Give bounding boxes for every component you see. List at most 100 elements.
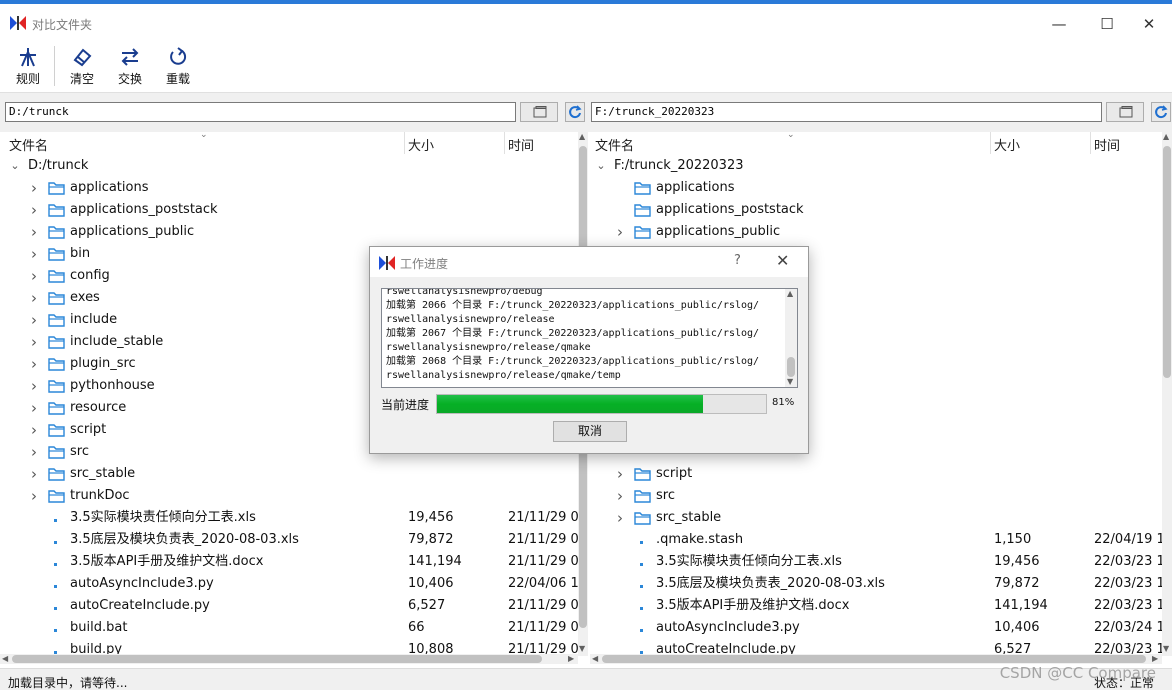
scroll-thumb[interactable] — [787, 357, 795, 377]
left-horizontal-scrollbar[interactable]: ◀ ▶ — [0, 654, 578, 664]
column-header-name[interactable]: 文件名 — [9, 135, 48, 154]
file-row[interactable]: autoAsyncInclude3.py 10,406 22/03/24 1 — [590, 617, 1172, 639]
window-title: 对比文件夹 — [32, 18, 93, 32]
scroll-thumb[interactable] — [1163, 146, 1171, 378]
cancel-button[interactable]: 取消 — [553, 421, 627, 442]
item-size: 66 — [408, 620, 425, 635]
swap-button[interactable]: 交换 — [108, 44, 152, 90]
expand-arrow-icon[interactable]: ⌄ — [9, 155, 21, 177]
right-path-input[interactable]: F:/trunck_20220323 — [591, 102, 1102, 122]
expand-arrow-icon[interactable]: › — [28, 397, 40, 419]
file-row[interactable]: .qmake.stash 1,150 22/04/19 1 — [590, 529, 1172, 551]
folder-row[interactable]: › applications — [0, 177, 588, 199]
maximize-button[interactable]: ☐ — [1084, 10, 1130, 38]
scroll-left-icon[interactable]: ◀ — [2, 654, 8, 663]
folder-row[interactable]: › src — [590, 485, 1172, 507]
folder-browse-icon — [1119, 106, 1133, 118]
expand-arrow-icon[interactable]: › — [28, 463, 40, 485]
item-time: 21/11/29 0 — [508, 598, 579, 613]
folder-icon — [48, 226, 65, 239]
expand-arrow-icon[interactable]: › — [614, 221, 626, 243]
folder-row[interactable]: › script — [590, 463, 1172, 485]
right-horizontal-scrollbar[interactable]: ◀ ▶ — [590, 654, 1162, 664]
item-time: 21/11/29 0 — [508, 532, 579, 547]
scroll-up-icon[interactable]: ▲ — [1163, 132, 1169, 141]
expand-arrow-icon[interactable]: › — [28, 419, 40, 441]
file-row[interactable]: 3.5实际模块责任倾向分工表.xls 19,456 21/11/29 0 — [0, 507, 588, 529]
expand-arrow-icon[interactable]: › — [28, 331, 40, 353]
swap-icon — [121, 48, 139, 66]
item-name: include_stable — [70, 334, 164, 349]
file-row[interactable]: 3.5版本API手册及维护文档.docx 141,194 22/03/23 1 — [590, 595, 1172, 617]
file-row[interactable]: 3.5底层及模块负责表_2020-08-03.xls 79,872 22/03/23… — [590, 573, 1172, 595]
expand-arrow-icon[interactable]: › — [28, 485, 40, 507]
scroll-thumb[interactable] — [602, 655, 1146, 663]
folder-row[interactable]: applications — [590, 177, 1172, 199]
folder-row[interactable]: › applications_public — [590, 221, 1172, 243]
left-browse-button[interactable] — [520, 102, 558, 122]
file-row[interactable]: autoAsyncInclude3.py 10,406 22/04/06 1 — [0, 573, 588, 595]
expand-arrow-icon[interactable]: › — [28, 177, 40, 199]
folder-row[interactable]: › applications_poststack — [0, 199, 588, 221]
right-refresh-button[interactable] — [1151, 102, 1171, 122]
expand-arrow-icon[interactable]: › — [28, 441, 40, 463]
scroll-down-icon[interactable]: ▼ — [787, 377, 793, 386]
tree-root-row[interactable]: ⌄ F:/trunck_20220323 — [590, 155, 1172, 177]
tree-root-row[interactable]: ⌄ D:/trunck — [0, 155, 588, 177]
folder-row[interactable]: applications_poststack — [590, 199, 1172, 221]
scroll-right-icon[interactable]: ▶ — [1152, 654, 1158, 663]
right-vertical-scrollbar[interactable]: ▲ ▼ — [1162, 132, 1172, 656]
file-row[interactable]: 3.5版本API手册及维护文档.docx 141,194 21/11/29 0 — [0, 551, 588, 573]
scroll-left-icon[interactable]: ◀ — [592, 654, 598, 663]
left-refresh-button[interactable] — [565, 102, 585, 122]
reload-button[interactable]: 重载 — [156, 44, 200, 90]
rules-button[interactable]: 规则 — [6, 44, 50, 90]
folder-row[interactable]: › src_stable — [0, 463, 588, 485]
expand-arrow-icon[interactable]: › — [28, 199, 40, 221]
left-path-input[interactable]: D:/trunck — [5, 102, 516, 122]
file-row[interactable]: 3.5实际模块责任倾向分工表.xls 19,456 22/03/23 1 — [590, 551, 1172, 573]
column-header-size[interactable]: 大小 — [408, 135, 434, 154]
expand-arrow-icon[interactable]: › — [614, 507, 626, 529]
clear-button[interactable]: 清空 — [60, 44, 104, 90]
file-row[interactable]: build.bat 66 21/11/29 0 — [0, 617, 588, 639]
scroll-down-icon[interactable]: ▼ — [579, 644, 585, 653]
expand-arrow-icon[interactable]: › — [28, 265, 40, 287]
expand-arrow-icon[interactable]: › — [28, 353, 40, 375]
file-row[interactable]: 3.5底层及模块负责表_2020-08-03.xls 79,872 21/11/29… — [0, 529, 588, 551]
column-header-size[interactable]: 大小 — [994, 135, 1020, 154]
file-icon — [54, 519, 57, 522]
log-line: 加载第 2066 个目录 F:/trunck_20220323/applicat… — [386, 300, 760, 311]
expand-arrow-icon[interactable]: › — [614, 463, 626, 485]
folder-icon — [48, 204, 65, 217]
scroll-thumb[interactable] — [12, 655, 542, 663]
folder-row[interactable]: › trunkDoc — [0, 485, 588, 507]
folder-row[interactable]: › src_stable — [590, 507, 1172, 529]
expand-arrow-icon[interactable]: › — [614, 485, 626, 507]
expand-arrow-icon[interactable]: › — [28, 309, 40, 331]
item-name: script — [656, 466, 693, 481]
expand-arrow-icon[interactable]: › — [28, 243, 40, 265]
scroll-up-icon[interactable]: ▲ — [579, 132, 585, 141]
reload-icon — [170, 47, 187, 65]
column-header-time[interactable]: 时间 — [508, 135, 534, 154]
scroll-up-icon[interactable]: ▲ — [787, 289, 793, 298]
expand-arrow-icon[interactable]: ⌄ — [595, 155, 607, 177]
expand-arrow-icon[interactable]: › — [28, 221, 40, 243]
column-header-time[interactable]: 时间 — [1094, 135, 1120, 154]
scroll-right-icon[interactable]: ▶ — [568, 654, 574, 663]
dialog-close-button[interactable]: ✕ — [776, 251, 789, 270]
minimize-button[interactable]: — — [1036, 10, 1082, 38]
folder-icon — [48, 490, 65, 503]
expand-arrow-icon[interactable]: › — [28, 287, 40, 309]
help-button[interactable]: ? — [734, 253, 741, 268]
file-row[interactable]: autoCreateInclude.py 6,527 21/11/29 0 — [0, 595, 588, 617]
close-button[interactable]: ✕ — [1126, 10, 1172, 38]
scroll-down-icon[interactable]: ▼ — [1163, 644, 1169, 653]
right-browse-button[interactable] — [1106, 102, 1144, 122]
progress-log[interactable]: rswellanalysisnewpro/debug 加载第 2066 个目录 F… — [381, 288, 798, 388]
column-header-name[interactable]: 文件名 — [595, 135, 634, 154]
log-scrollbar[interactable]: ▲ ▼ — [785, 289, 797, 387]
folder-row[interactable]: › applications_public — [0, 221, 588, 243]
expand-arrow-icon[interactable]: › — [28, 375, 40, 397]
